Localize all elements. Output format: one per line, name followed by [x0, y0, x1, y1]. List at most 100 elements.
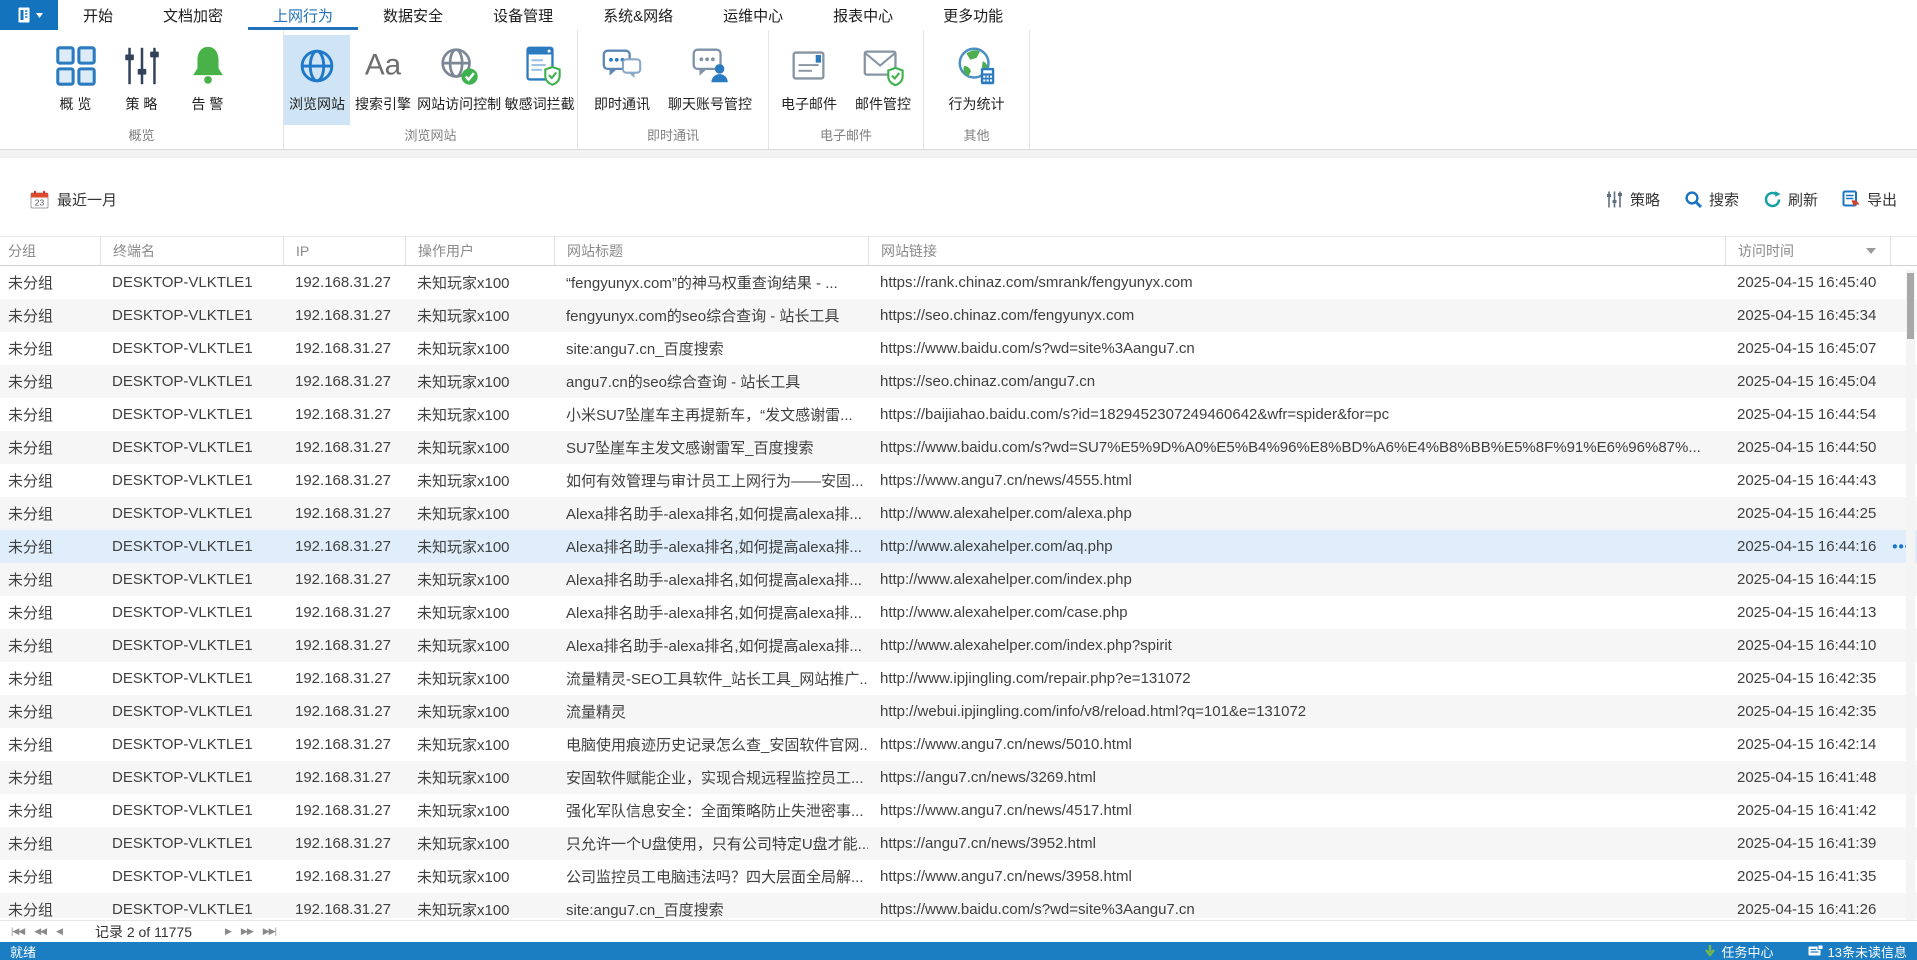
- cell-title: 流量精灵: [554, 701, 868, 722]
- table-row[interactable]: 未分组 DESKTOP-VLKTLE1 192.168.31.27 未知玩家x1…: [0, 893, 1917, 918]
- policy-button[interactable]: 策略: [1605, 189, 1660, 210]
- cell-url: http://webui.ipjingling.com/info/v8/relo…: [868, 703, 1725, 720]
- cell-title: site:angu7.cn_百度搜索: [554, 338, 868, 359]
- last-page-button[interactable]: ▶▶|: [258, 926, 281, 937]
- ribbon-item-search-engine[interactable]: Aa 搜索引擎: [350, 35, 416, 125]
- column-header-group[interactable]: 分组: [0, 237, 100, 265]
- search-button[interactable]: 搜索: [1684, 189, 1739, 210]
- table-row[interactable]: 未分组 DESKTOP-VLKTLE1 192.168.31.27 未知玩家x1…: [0, 365, 1917, 398]
- svg-text:Aa: Aa: [365, 49, 402, 82]
- menu-item[interactable]: 报表中心: [808, 0, 918, 30]
- app-menu-button[interactable]: [0, 0, 58, 30]
- menu-item[interactable]: 运维中心: [698, 0, 808, 30]
- date-filter-label: 最近一月: [57, 189, 117, 210]
- refresh-button[interactable]: 刷新: [1763, 189, 1818, 210]
- export-button[interactable]: 导出: [1842, 189, 1897, 210]
- menu-item[interactable]: 系统&网络: [578, 0, 698, 30]
- cell-title: 小米SU7坠崖车主再提新车，“发文感谢雷...: [554, 404, 868, 425]
- column-header-user[interactable]: 操作用户: [405, 237, 554, 265]
- chat-user-icon: [687, 43, 733, 89]
- table-row[interactable]: 未分组 DESKTOP-VLKTLE1 192.168.31.27 未知玩家x1…: [0, 563, 1917, 596]
- column-header-terminal[interactable]: 终端名: [100, 237, 283, 265]
- cell-url: https://rank.chinaz.com/smrank/fengyunyx…: [868, 274, 1725, 291]
- column-header-spacer: [1890, 237, 1917, 265]
- table-row[interactable]: 未分组 DESKTOP-VLKTLE1 192.168.31.27 未知玩家x1…: [0, 398, 1917, 431]
- table-row[interactable]: 未分组 DESKTOP-VLKTLE1 192.168.31.27 未知玩家x1…: [0, 497, 1917, 530]
- menu-item[interactable]: 设备管理: [468, 0, 578, 30]
- column-header-time[interactable]: 访问时间: [1725, 237, 1890, 265]
- cell-terminal: DESKTOP-VLKTLE1: [100, 538, 283, 555]
- table-row[interactable]: 未分组 DESKTOP-VLKTLE1 192.168.31.27 未知玩家x1…: [0, 299, 1917, 332]
- table-row[interactable]: 未分组 DESKTOP-VLKTLE1 192.168.31.27 未知玩家x1…: [0, 662, 1917, 695]
- task-center-button[interactable]: 任务中心: [1703, 942, 1774, 960]
- cell-user: 未知玩家x100: [405, 602, 554, 623]
- ribbon-item-website-access-control[interactable]: 网站访问控制: [416, 35, 502, 125]
- ribbon-item-label: 邮件管控: [855, 94, 911, 114]
- ribbon-item-instant-messaging[interactable]: 即时通讯: [585, 35, 659, 125]
- prev-row-button[interactable]: ◀: [51, 926, 67, 937]
- ribbon-item-chat-account-control[interactable]: 聊天账号管控: [659, 35, 761, 125]
- table-row[interactable]: 未分组 DESKTOP-VLKTLE1 192.168.31.27 未知玩家x1…: [0, 332, 1917, 365]
- ribbon-item-overview[interactable]: 概 览: [43, 35, 109, 125]
- cell-ip: 192.168.31.27: [283, 538, 405, 555]
- filter-caret-icon[interactable]: [1866, 248, 1876, 254]
- cell-terminal: DESKTOP-VLKTLE1: [100, 637, 283, 654]
- ribbon-item-email[interactable]: 电子邮件: [772, 35, 846, 125]
- ribbon-group-caption: 即时通讯: [578, 125, 768, 149]
- cell-ip: 192.168.31.27: [283, 406, 405, 423]
- table-row[interactable]: 未分组 DESKTOP-VLKTLE1 192.168.31.27 未知玩家x1…: [0, 431, 1917, 464]
- cell-time: 2025-04-15 16:41:35: [1725, 868, 1890, 885]
- table-row[interactable]: 未分组 DESKTOP-VLKTLE1 192.168.31.27 未知玩家x1…: [0, 761, 1917, 794]
- cell-ip: 192.168.31.27: [283, 901, 405, 918]
- cell-url: https://www.angu7.cn/news/3958.html: [868, 868, 1725, 885]
- cell-time: 2025-04-15 16:41:48: [1725, 769, 1890, 786]
- scrollbar-thumb[interactable]: [1907, 273, 1914, 339]
- column-header-title[interactable]: 网站标题: [554, 237, 868, 265]
- unread-messages-button[interactable]: 13条未读信息: [1808, 942, 1907, 960]
- column-header-url[interactable]: 网站链接: [868, 237, 1725, 265]
- refresh-label: 刷新: [1788, 189, 1818, 210]
- ribbon-item-policy[interactable]: 策 略: [109, 35, 175, 125]
- ribbon-item-sensitive-word-block[interactable]: 敏感词拦截: [502, 35, 577, 125]
- menu-item[interactable]: 数据安全: [358, 0, 468, 30]
- ribbon-item-label: 策 略: [126, 94, 158, 114]
- menu-item[interactable]: 更多功能: [918, 0, 1028, 30]
- next-row-button[interactable]: ▶: [220, 926, 236, 937]
- table-row[interactable]: 未分组 DESKTOP-VLKTLE1 192.168.31.27 未知玩家x1…: [0, 827, 1917, 860]
- cell-url: http://www.ipjingling.com/repair.php?e=1…: [868, 670, 1725, 687]
- ribbon-item-browse-website[interactable]: 浏览网站: [284, 35, 350, 125]
- cell-terminal: DESKTOP-VLKTLE1: [100, 505, 283, 522]
- cell-terminal: DESKTOP-VLKTLE1: [100, 703, 283, 720]
- table-row[interactable]: 未分组 DESKTOP-VLKTLE1 192.168.31.27 未知玩家x1…: [0, 728, 1917, 761]
- menu-item[interactable]: 开始: [58, 0, 138, 30]
- ribbon-item-alert[interactable]: 告 警: [175, 35, 241, 125]
- cell-group: 未分组: [0, 767, 100, 788]
- cell-title: fengyunyx.com的seo综合查询 - 站长工具: [554, 305, 868, 326]
- menu-item[interactable]: 文档加密: [138, 0, 248, 30]
- ribbon-item-mail-control[interactable]: 邮件管控: [846, 35, 920, 125]
- cell-url: http://www.alexahelper.com/index.php?spi…: [868, 637, 1725, 654]
- table-row[interactable]: 未分组 DESKTOP-VLKTLE1 192.168.31.27 未知玩家x1…: [0, 464, 1917, 497]
- table-row[interactable]: 未分组 DESKTOP-VLKTLE1 192.168.31.27 未知玩家x1…: [0, 695, 1917, 728]
- date-range-filter[interactable]: 23 最近一月: [30, 189, 117, 210]
- table-row[interactable]: 未分组 DESKTOP-VLKTLE1 192.168.31.27 未知玩家x1…: [0, 266, 1917, 299]
- doc-shield-icon: [517, 43, 563, 89]
- record-count: 记录 2 of 11775: [95, 922, 192, 942]
- next-page-button[interactable]: ▶▶: [236, 926, 258, 937]
- table-row[interactable]: 未分组 DESKTOP-VLKTLE1 192.168.31.27 未知玩家x1…: [0, 530, 1917, 563]
- table-row[interactable]: 未分组 DESKTOP-VLKTLE1 192.168.31.27 未知玩家x1…: [0, 794, 1917, 827]
- cell-user: 未知玩家x100: [405, 305, 554, 326]
- table-row[interactable]: 未分组 DESKTOP-VLKTLE1 192.168.31.27 未知玩家x1…: [0, 860, 1917, 893]
- cell-terminal: DESKTOP-VLKTLE1: [100, 406, 283, 423]
- prev-page-button[interactable]: ◀◀: [29, 926, 51, 937]
- first-page-button[interactable]: |◀◀: [6, 926, 29, 937]
- column-header-ip[interactable]: IP: [283, 237, 405, 265]
- table-row[interactable]: 未分组 DESKTOP-VLKTLE1 192.168.31.27 未知玩家x1…: [0, 629, 1917, 662]
- vertical-scrollbar[interactable]: [1906, 270, 1915, 920]
- cell-url: https://baijiahao.baidu.com/s?id=1829452…: [868, 406, 1725, 423]
- menu-item[interactable]: 上网行为: [248, 0, 358, 30]
- ribbon-item-behavior-stats[interactable]: 行为统计: [940, 35, 1014, 125]
- cell-terminal: DESKTOP-VLKTLE1: [100, 769, 283, 786]
- table-row[interactable]: 未分组 DESKTOP-VLKTLE1 192.168.31.27 未知玩家x1…: [0, 596, 1917, 629]
- cell-terminal: DESKTOP-VLKTLE1: [100, 439, 283, 456]
